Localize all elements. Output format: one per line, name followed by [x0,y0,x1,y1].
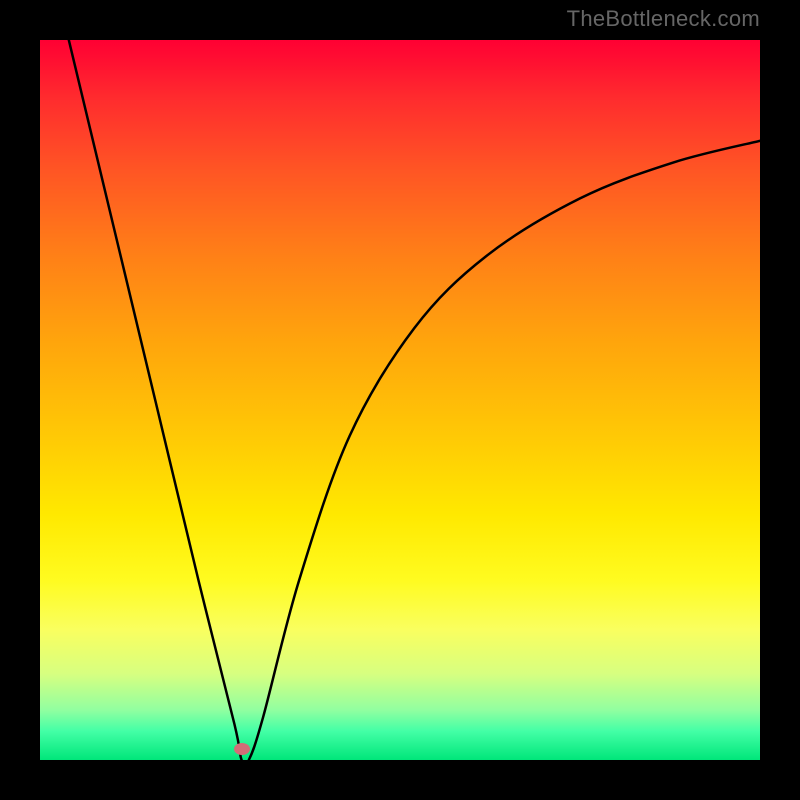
plot-area [40,40,760,760]
bottleneck-curve [40,40,760,760]
watermark-text: TheBottleneck.com [567,6,760,32]
chart-frame: TheBottleneck.com [0,0,800,800]
optimal-point-marker [234,743,250,755]
